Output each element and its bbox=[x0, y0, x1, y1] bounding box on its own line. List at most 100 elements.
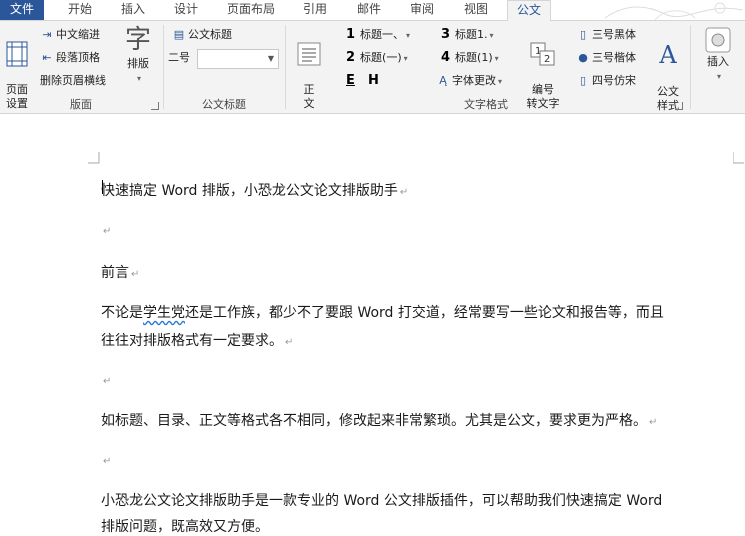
insert-label: 插入 bbox=[707, 55, 729, 68]
paragraph-mark: ↵ bbox=[103, 456, 112, 467]
h4-number: 4 bbox=[441, 50, 451, 65]
paragraph-format-note[interactable]: 如标题、目录、正文等格式各不相同，修改起来非常繁琐。尤其是公文，要求更为严格。 ↵ bbox=[101, 410, 657, 430]
tab-home[interactable]: 开始 bbox=[58, 0, 102, 20]
cn-indent-button[interactable]: ⇥ 中文缩进 bbox=[40, 26, 100, 44]
tab-review[interactable]: 审阅 bbox=[402, 0, 442, 20]
e-button[interactable]: E bbox=[346, 72, 360, 90]
para-top-button[interactable]: ⇤ 段落顶格 bbox=[40, 49, 100, 67]
ribbon-tab-bar: 文件 开始 插入 设计 页面布局 引用 邮件 审阅 视图 公文 bbox=[0, 0, 745, 22]
number-convert-icon: 1 2 bbox=[530, 42, 555, 66]
font-fangsong-button[interactable]: ▯ 四号仿宋 bbox=[576, 72, 636, 90]
doc-title-label: 公文标题 bbox=[188, 28, 232, 41]
paragraph-title[interactable]: 快速搞定 Word 排版，小恐龙公文论文排版助手 ↵ bbox=[101, 180, 408, 200]
preface-text: 前言 bbox=[101, 265, 129, 281]
font-change-button[interactable]: Ą 字体更改 ▾ bbox=[436, 72, 502, 90]
tab-design[interactable]: 设计 bbox=[164, 0, 208, 20]
tab-references[interactable]: 引用 bbox=[295, 0, 335, 20]
h3-number: 3 bbox=[441, 27, 451, 42]
chevron-down-icon: ▾ bbox=[498, 77, 503, 86]
page-icon: ▯ bbox=[579, 74, 587, 87]
heading1-label: 标题一、 bbox=[360, 28, 405, 41]
heading2-label: 标题(一) bbox=[360, 51, 402, 64]
chevron-down-icon: ▼ bbox=[267, 54, 274, 63]
paragraph-preface[interactable]: 前言 ↵ bbox=[101, 262, 139, 282]
group-layout-label: 版面 bbox=[70, 98, 92, 111]
heading4-button[interactable]: 4 标题(1) ▾ bbox=[441, 49, 499, 67]
tab-gongwen[interactable]: 公文 bbox=[507, 0, 551, 22]
ribbon: 页面 设置 ⇥ 中文缩进 ⇤ 段落顶格 删除页眉横线 字 排版 ▾ 版面 ▤ 公文标题… bbox=[0, 21, 745, 114]
empty-paragraph[interactable]: ↵ bbox=[101, 452, 111, 468]
font-style-icon: A bbox=[659, 41, 677, 69]
h-button[interactable]: H bbox=[368, 72, 384, 90]
group-doc-title-label: 公文标题 bbox=[202, 98, 246, 111]
insert-button[interactable]: 插入 ▾ bbox=[700, 27, 736, 84]
paragraph-title-text: 快速搞定 Word 排版，小恐龙公文论文排版助手 bbox=[101, 183, 398, 199]
ribbon-decoration-image bbox=[595, 0, 745, 20]
delete-header-line-button[interactable]: 删除页眉横线 bbox=[40, 72, 106, 90]
font-change-icon: Ą bbox=[439, 74, 447, 87]
h1-number: 1 bbox=[346, 27, 356, 42]
tool-intro-text-line2: 排版问题，既高效又方便。 bbox=[101, 519, 269, 535]
tool-intro-text: 小恐龙公文论文排版助手是一款专业的 Word 公文排版插件，可以帮助我们快速搞定… bbox=[101, 493, 663, 509]
paragraph-mark: ↵ bbox=[285, 337, 294, 348]
paragraph-mark: ↵ bbox=[131, 269, 140, 280]
intro-text-c: 还是工作族，都少不了要跟 Word 打交道，经常要写一些论文和报告等，而且 bbox=[185, 305, 664, 321]
font-change-label: 字体更改 bbox=[452, 74, 496, 87]
paragraph-tool-intro-line2[interactable]: 排版问题，既高效又方便。 bbox=[101, 516, 269, 536]
empty-paragraph[interactable]: ↵ bbox=[101, 372, 111, 388]
chevron-down-icon: ▾ bbox=[489, 31, 494, 40]
chevron-down-icon: ▾ bbox=[403, 54, 408, 63]
tab-page-layout[interactable]: 页面布局 bbox=[220, 0, 282, 20]
separator bbox=[690, 25, 691, 109]
paragraph-mark: ↵ bbox=[399, 187, 409, 198]
paragraph-intro-line1[interactable]: 不论是学生党还是工作族，都少不了要跟 Word 打交道，经常要写一些论文和报告等… bbox=[101, 302, 664, 322]
intro-text-a: 不论是 bbox=[101, 305, 143, 321]
paragraph-intro-line2[interactable]: 往往对排版格式有一定要求。 ↵ bbox=[101, 330, 293, 350]
heading2-button[interactable]: 2 标题(一) ▾ bbox=[346, 49, 408, 67]
group-format-launcher-icon[interactable] bbox=[675, 102, 683, 110]
group-text-format-label: 文字格式 bbox=[464, 98, 508, 111]
margin-corner-mark bbox=[88, 152, 100, 164]
group-layout-launcher-icon[interactable] bbox=[151, 102, 159, 110]
tab-file[interactable]: 文件 bbox=[0, 0, 44, 20]
heading3-button[interactable]: 3 标题1. ▾ bbox=[441, 26, 494, 44]
paragraph-mark: ↵ bbox=[103, 226, 112, 237]
heading1-button[interactable]: 1 标题一、 ▾ bbox=[346, 26, 410, 44]
typeset-icon: 字 bbox=[124, 25, 151, 55]
title-doc-icon: ▤ bbox=[173, 28, 185, 41]
group-layout: 页面 设置 ⇥ 中文缩进 ⇤ 段落顶格 删除页眉横线 字 排版 ▾ 版面 bbox=[0, 21, 162, 113]
delete-header-line-label: 删除页眉横线 bbox=[40, 74, 106, 87]
font-kai-button[interactable]: ● 三号楷体 bbox=[576, 49, 636, 67]
users-icon: ● bbox=[578, 51, 588, 64]
group-doc-title: ▤ 公文标题 二号 ▼ 公文标题 bbox=[164, 21, 284, 113]
chevron-down-icon: ▾ bbox=[406, 31, 411, 40]
h-label: H bbox=[368, 73, 379, 88]
paragraph-mark: ↵ bbox=[103, 376, 112, 387]
typeset-label: 排版 bbox=[127, 57, 149, 70]
font-black-button[interactable]: ▯ 三号黑体 bbox=[576, 26, 636, 44]
svg-text:2: 2 bbox=[544, 54, 550, 65]
insert-icon bbox=[705, 27, 731, 53]
group-text-format: 正 文 1 标题一、 ▾ 2 标题(一) ▾ E H 3 标题1. ▾ 4 标题(1) ▾ Ą字… bbox=[286, 21, 686, 113]
doc-title-button[interactable]: ▤ 公文标题 bbox=[172, 26, 232, 44]
document-icon: ▯ bbox=[579, 28, 587, 41]
font-size-label: 二号 bbox=[168, 51, 190, 64]
outdent-icon: ⇤ bbox=[42, 51, 52, 64]
paragraph-tool-intro[interactable]: 小恐龙公文论文排版助手是一款专业的 Word 公文排版插件，可以帮助我们快速搞定… bbox=[101, 490, 662, 510]
tab-view[interactable]: 视图 bbox=[454, 0, 498, 20]
para-top-label: 段落顶格 bbox=[56, 51, 100, 64]
body-text-icon bbox=[297, 42, 321, 66]
font-size-select[interactable]: ▼ bbox=[197, 49, 279, 69]
intro-text-line2: 往往对排版格式有一定要求。 bbox=[101, 333, 283, 349]
heading4-label: 标题(1) bbox=[455, 51, 493, 64]
margin-corner-mark bbox=[733, 152, 744, 164]
tab-insert[interactable]: 插入 bbox=[111, 0, 155, 20]
font-kai-label: 三号楷体 bbox=[592, 51, 636, 64]
empty-paragraph[interactable]: ↵ bbox=[101, 222, 111, 238]
tab-mailings[interactable]: 邮件 bbox=[347, 0, 391, 20]
typeset-button[interactable]: 字 排版 ▾ bbox=[120, 25, 156, 86]
font-fangsong-label: 四号仿宋 bbox=[592, 74, 636, 87]
typeset-dropdown-icon: ▾ bbox=[136, 74, 141, 83]
h2-number: 2 bbox=[346, 50, 356, 65]
intro-text-underlined: 学生党 bbox=[143, 305, 185, 321]
